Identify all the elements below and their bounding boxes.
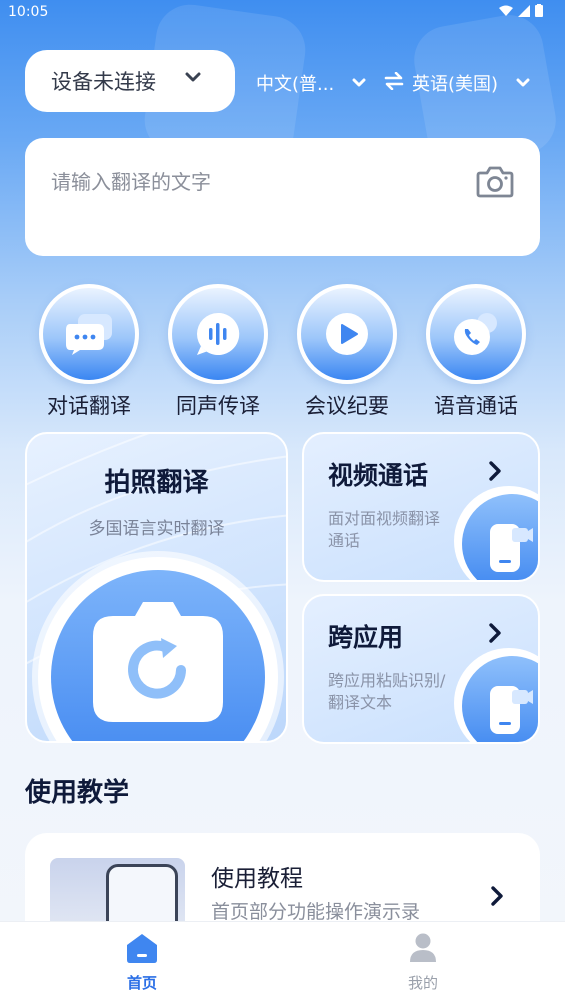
video-phone-icon — [490, 686, 533, 734]
status-time: 10:05 — [8, 4, 49, 20]
feature-circle — [39, 284, 139, 384]
cross-app-card-title: 跨应用 — [328, 623, 404, 652]
device-selector[interactable]: 设备未连接 — [25, 50, 235, 112]
tab-profile[interactable]: 我的 — [378, 932, 468, 993]
feature-dialogue-translation[interactable]: 对话翻译 — [34, 284, 144, 420]
feature-circle — [426, 284, 526, 384]
source-language-label: 中文(普... — [256, 74, 335, 95]
chevron-down-icon — [352, 78, 366, 87]
user-icon — [410, 933, 436, 962]
tab-label: 我的 — [407, 974, 438, 992]
input-placeholder: 请输入翻译的文字 — [51, 170, 211, 194]
target-language-label: 英语(美国) — [412, 74, 499, 95]
source-language-selector[interactable]: 中文(普... — [256, 70, 366, 96]
chat-bubble-icon — [66, 314, 112, 355]
video-call-card[interactable]: 视频通话 面对面视频翻译通话 — [302, 432, 540, 582]
swap-language-icon[interactable] — [384, 72, 404, 90]
feature-circle — [168, 284, 268, 384]
chevron-right-icon — [489, 623, 501, 643]
tutorial-item-title: 使用教程 — [211, 866, 303, 892]
device-status-label: 设备未连接 — [51, 70, 156, 94]
target-language-selector[interactable]: 英语(美国) — [412, 70, 530, 96]
signal-icon — [518, 4, 530, 17]
feature-simultaneous-interpretation[interactable]: 同声传译 — [163, 284, 273, 420]
photo-card-title: 拍照翻译 — [104, 468, 209, 498]
video-card-title: 视频通话 — [328, 461, 429, 490]
feature-circle — [297, 284, 397, 384]
translation-input[interactable]: 请输入翻译的文字 — [25, 138, 540, 256]
tutorial-item-desc: 首页部分功能操作演示录 — [211, 901, 421, 923]
tutorial-section-title: 使用教学 — [25, 778, 130, 808]
feature-label: 同声传译 — [176, 394, 260, 418]
phone-icon — [454, 313, 497, 355]
chevron-down-icon — [185, 72, 201, 82]
tab-label: 首页 — [126, 974, 157, 992]
photo-translate-icon — [93, 602, 223, 722]
feature-voice-call[interactable]: 语音通话 — [421, 284, 531, 420]
voice-wave-icon — [197, 312, 240, 355]
home-icon — [127, 934, 157, 963]
feature-meeting-minutes[interactable]: 会议纪要 — [292, 284, 402, 420]
cross-app-card-desc: 跨应用粘贴识别/翻译文本 — [328, 671, 446, 712]
photo-card-subtitle: 多国语言实时翻译 — [88, 519, 225, 539]
feature-label: 语音通话 — [434, 394, 518, 418]
chevron-right-icon — [489, 461, 501, 481]
photo-translation-card[interactable]: 拍照翻译 多国语言实时翻译 — [25, 432, 288, 743]
camera-icon[interactable] — [476, 164, 514, 198]
tab-home[interactable]: 首页 — [97, 932, 187, 993]
chevron-right-icon — [491, 886, 503, 906]
video-phone-icon — [490, 524, 533, 572]
battery-icon — [535, 4, 543, 17]
play-icon — [326, 313, 368, 355]
bottom-tab-bar: 首页 我的 — [0, 921, 565, 1004]
status-icons — [499, 4, 543, 17]
status-bar: 10:05 — [0, 0, 565, 26]
video-card-desc: 面对面视频翻译通话 — [328, 509, 441, 550]
feature-label: 会议纪要 — [305, 394, 389, 418]
feature-label: 对话翻译 — [47, 394, 131, 418]
cross-app-card[interactable]: 跨应用 跨应用粘贴识别/翻译文本 — [302, 594, 540, 744]
chevron-down-icon — [516, 78, 530, 87]
wifi-icon — [499, 5, 513, 16]
